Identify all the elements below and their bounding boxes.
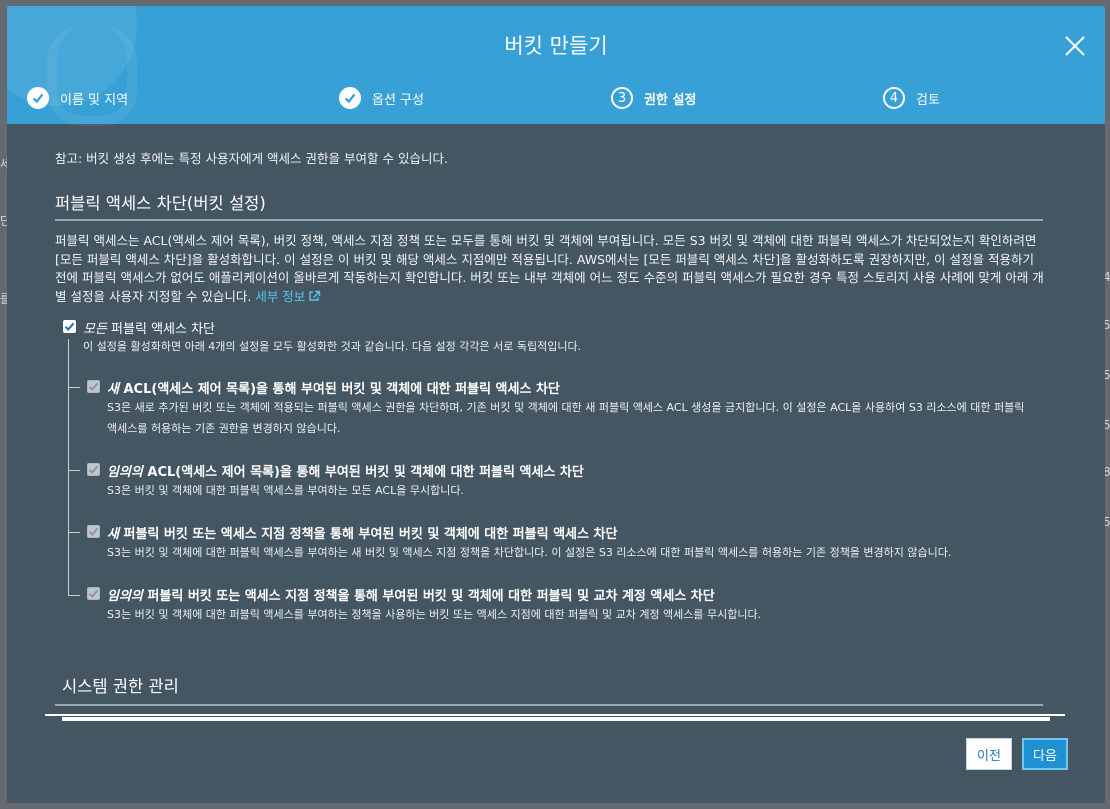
tree-connector bbox=[68, 387, 80, 388]
step-label: 검토 bbox=[916, 92, 940, 108]
section-divider bbox=[55, 219, 1043, 221]
step-review[interactable]: 4 검토 bbox=[883, 83, 940, 113]
check-circle-icon bbox=[339, 87, 361, 109]
block-any-acl-title: 임의의 ACL(액세스 제어 목록)을 통해 부여된 버킷 및 객체에 대한 퍼… bbox=[107, 461, 584, 480]
block-all-checkbox[interactable] bbox=[63, 320, 76, 333]
option-emphasis: 임의의 bbox=[107, 465, 143, 480]
learn-more-link[interactable]: 세부 정보 bbox=[255, 289, 321, 304]
scrolled-content-edge bbox=[62, 717, 1050, 721]
tree-connector bbox=[68, 595, 80, 596]
description-text: 퍼블릭 액세스는 ACL(액세스 제어 목록), 버킷 정책, 액세스 지점 정… bbox=[55, 233, 1044, 304]
step-label: 옵션 구성 bbox=[372, 92, 424, 108]
step-name-region[interactable]: 이름 및 지역 bbox=[27, 83, 128, 113]
block-new-acl-description: S3은 새로 추가된 버킷 또는 객체에 적용되는 퍼블릭 액세스 권한을 차단… bbox=[107, 397, 1047, 439]
option-title-text: 퍼블릭 버킷 또는 액세스 지점 정책을 통해 부여된 버킷 및 객체에 대한 … bbox=[142, 589, 715, 604]
footer-divider bbox=[45, 714, 1065, 716]
block-all-description: 이 설정을 활성화하면 아래 4개의 설정을 모두 활성화한 것과 같습니다. … bbox=[83, 340, 582, 353]
block-any-acl-description: S3은 버킷 및 객체에 대한 퍼블릭 액세스를 부여하는 모든 ACL을 무시… bbox=[107, 484, 464, 497]
option-title-text: ACL(액세스 제어 목록)을 통해 부여된 버킷 및 객체에 대한 퍼블릭 액… bbox=[142, 465, 584, 480]
section-divider bbox=[55, 704, 1043, 706]
previous-button[interactable]: 이전 bbox=[966, 738, 1012, 770]
option-title-text: ACL(액세스 제어 목록)을 통해 부여된 버킷 및 객체에 대한 퍼블릭 액… bbox=[118, 382, 560, 397]
option-emphasis: 새 bbox=[107, 527, 119, 542]
block-any-acl-checkbox[interactable] bbox=[87, 463, 100, 476]
option-emphasis: 새 bbox=[107, 382, 119, 397]
step-configure-options[interactable]: 옵션 구성 bbox=[339, 83, 424, 113]
block-any-policy-checkbox[interactable] bbox=[87, 587, 100, 600]
public-access-heading: 퍼블릭 액세스 차단(버킷 설정) bbox=[55, 194, 266, 213]
tree-connector bbox=[68, 339, 69, 595]
modal-header: 버킷 만들기 이름 및 지역 옵션 구성 3 권한 설정 4 검토 bbox=[7, 6, 1105, 126]
step-label: 이름 및 지역 bbox=[60, 92, 129, 108]
step-number-badge: 4 bbox=[883, 87, 905, 109]
public-access-description: 퍼블릭 액세스는 ACL(액세스 제어 목록), 버킷 정책, 액세스 지점 정… bbox=[55, 232, 1045, 306]
step-set-permissions[interactable]: 3 권한 설정 bbox=[611, 83, 696, 113]
option-emphasis: 임의의 bbox=[107, 589, 143, 604]
option-description-line: 액세스를 허용하는 기존 권한을 변경하지 않습니다. bbox=[107, 422, 341, 435]
check-circle-icon bbox=[27, 87, 49, 109]
modal-title: 버킷 만들기 bbox=[504, 34, 608, 58]
tree-connector bbox=[68, 470, 80, 471]
external-link-icon bbox=[309, 290, 321, 301]
tree-connector bbox=[68, 532, 80, 533]
close-icon[interactable] bbox=[1063, 34, 1087, 58]
note-text: 참고: 버킷 생성 후에는 특정 사용자에게 액세스 권한을 부여할 수 있습니… bbox=[55, 151, 448, 166]
block-all-label: 모든 퍼블릭 액세스 차단 bbox=[83, 318, 215, 337]
block-new-acl-title: 새 ACL(액세스 제어 목록)을 통해 부여된 버킷 및 객체에 대한 퍼블릭… bbox=[107, 378, 560, 397]
next-button[interactable]: 다음 bbox=[1022, 738, 1068, 770]
block-new-acl-checkbox[interactable] bbox=[87, 380, 100, 393]
block-all-emphasis: 모든 bbox=[83, 322, 107, 337]
wizard-steps: 이름 및 지역 옵션 구성 3 권한 설정 4 검토 bbox=[7, 83, 1105, 113]
block-new-policy-title: 새 퍼블릭 버킷 또는 액세스 지점 정책을 통해 부여된 버킷 및 객체에 대… bbox=[107, 523, 617, 542]
block-new-policy-checkbox[interactable] bbox=[87, 525, 100, 538]
learn-more-label: 세부 정보 bbox=[255, 288, 306, 304]
block-all-text: 퍼블릭 액세스 차단 bbox=[106, 322, 215, 337]
block-new-policy-description: S3는 버킷 및 객체에 대한 퍼블릭 액세스를 부여하는 새 버킷 및 액세스… bbox=[107, 546, 952, 559]
option-title-text: 퍼블릭 버킷 또는 액세스 지점 정책을 통해 부여된 버킷 및 객체에 대한 … bbox=[118, 527, 618, 542]
option-description-line: S3은 새로 추가된 버킷 또는 객체에 적용되는 퍼블릭 액세스 권한을 차단… bbox=[107, 401, 1025, 414]
system-permissions-heading: 시스템 권한 관리 bbox=[62, 677, 179, 696]
step-label: 권한 설정 bbox=[644, 92, 697, 108]
step-number-badge: 3 bbox=[611, 87, 633, 109]
block-any-policy-title: 임의의 퍼블릭 버킷 또는 액세스 지점 정책을 통해 부여된 버킷 및 객체에… bbox=[107, 585, 715, 604]
block-any-policy-description: S3는 버킷 및 객체에 대한 퍼블릭 액세스를 부여하는 정책을 사용하는 버… bbox=[107, 608, 762, 621]
